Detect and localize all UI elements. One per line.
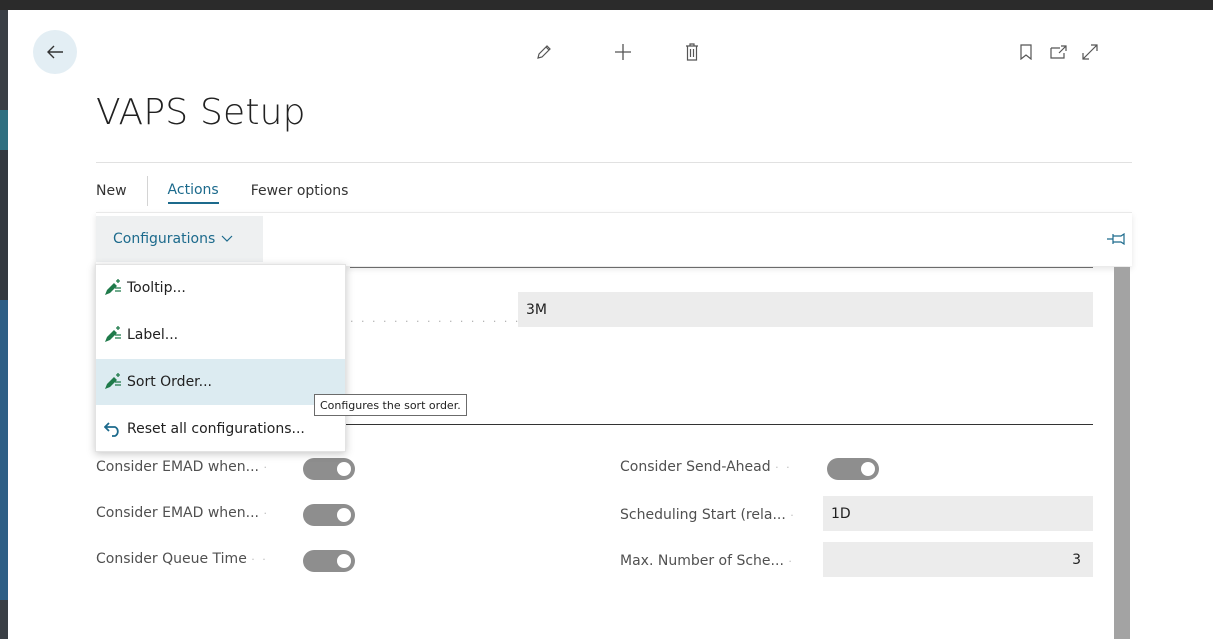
open-new-window-icon [1050, 45, 1067, 59]
top-value-text: 3M [526, 301, 547, 318]
sort-order-tooltip: Configures the sort order. [314, 394, 467, 416]
field-label: Consider Queue Time · · [96, 551, 268, 567]
new-menu[interactable]: New [96, 180, 127, 202]
field-label-text: Consider EMAD when... [96, 459, 259, 475]
configurations-label: Configurations [113, 231, 216, 247]
delete-trash-icon [686, 43, 698, 61]
leader-dots: · [790, 509, 796, 522]
max-number-value: 3 [1072, 551, 1081, 568]
top-value-field[interactable]: 3M [518, 292, 1093, 327]
leader-dots: · [788, 555, 794, 568]
undo-arrow-icon [102, 419, 124, 439]
field-label-text: Consider Queue Time [96, 551, 247, 567]
consider-emad-toggle-2[interactable] [303, 504, 355, 526]
back-arrow-icon [47, 45, 63, 59]
scheduling-start-field[interactable]: 1D [823, 496, 1093, 531]
actions-strip: Configurations [96, 212, 1132, 266]
field-label-text: Max. Number of Sche... [620, 553, 784, 569]
open-new-window-button[interactable] [1047, 40, 1071, 64]
actions-menu[interactable]: Actions [167, 179, 219, 204]
strip-segment [0, 10, 8, 110]
field-label: Consider EMAD when... · [96, 459, 269, 475]
action-menu-bar: New Actions Fewer options [96, 176, 348, 206]
reset-configurations-menu-item[interactable]: Reset all configurations... [96, 406, 345, 452]
personalize-icon [102, 325, 124, 345]
consider-queue-time-toggle[interactable] [303, 550, 355, 572]
content-divider [350, 267, 1093, 268]
field-leader-dots: · · · · · · · · · · · · · · · · [350, 315, 521, 328]
expand-icon [1082, 44, 1098, 60]
sort-order-menu-item[interactable]: Sort Order... [96, 359, 345, 405]
edit-pencil-icon [537, 45, 551, 59]
menu-item-label: Tooltip... [127, 280, 186, 296]
back-button[interactable] [33, 30, 77, 74]
strip-segment [0, 110, 8, 150]
field-label: Max. Number of Sche... · [620, 553, 794, 569]
new-button[interactable] [611, 40, 635, 64]
bookmark-button[interactable] [1014, 40, 1038, 64]
strip-segment [0, 150, 8, 300]
consider-send-ahead-toggle[interactable] [827, 458, 879, 480]
field-label: Consider EMAD when... · [96, 505, 269, 521]
menu-item-label: Reset all configurations... [127, 421, 305, 437]
field-label-text: Consider EMAD when... [96, 505, 259, 521]
window-top-bar [0, 0, 1213, 10]
label-menu-item[interactable]: Label... [96, 312, 345, 358]
left-navigation-strip [0, 10, 8, 639]
strip-segment [0, 600, 8, 639]
menu-item-label: Sort Order... [127, 374, 212, 390]
expand-button[interactable] [1078, 40, 1102, 64]
field-label: Scheduling Start (rela... · [620, 507, 796, 523]
configurations-button[interactable]: Configurations [96, 216, 263, 262]
chevron-down-icon [221, 235, 233, 242]
max-number-field[interactable]: 3 [823, 542, 1093, 577]
leader-dots: · · [251, 553, 268, 566]
menu-separator [146, 176, 148, 206]
scheduling-start-value: 1D [831, 505, 851, 522]
scrollbar[interactable] [1114, 267, 1130, 639]
strip-segment [0, 300, 8, 600]
delete-button[interactable] [680, 40, 704, 64]
new-plus-icon [615, 44, 631, 60]
leader-dots: · [263, 461, 269, 474]
personalize-icon [102, 372, 124, 392]
field-label-text: Consider Send-Ahead [620, 459, 771, 475]
personalize-icon [102, 278, 124, 298]
field-label: Consider Send-Ahead · · [620, 459, 792, 475]
pin-icon[interactable] [1106, 233, 1126, 245]
field-label-text: Scheduling Start (rela... [620, 507, 786, 523]
header-divider [96, 162, 1132, 163]
bookmark-icon [1020, 44, 1032, 60]
consider-emad-toggle-1[interactable] [303, 458, 355, 480]
edit-button[interactable] [532, 40, 556, 64]
fewer-options-button[interactable]: Fewer options [251, 180, 349, 202]
leader-dots: · · [775, 461, 792, 474]
page-title: VAPS Setup [96, 92, 306, 133]
configurations-dropdown: Tooltip... Label... Sort Order... Reset … [95, 264, 346, 452]
tooltip-menu-item[interactable]: Tooltip... [96, 265, 345, 311]
leader-dots: · [263, 507, 269, 520]
menu-item-label: Label... [127, 327, 179, 343]
